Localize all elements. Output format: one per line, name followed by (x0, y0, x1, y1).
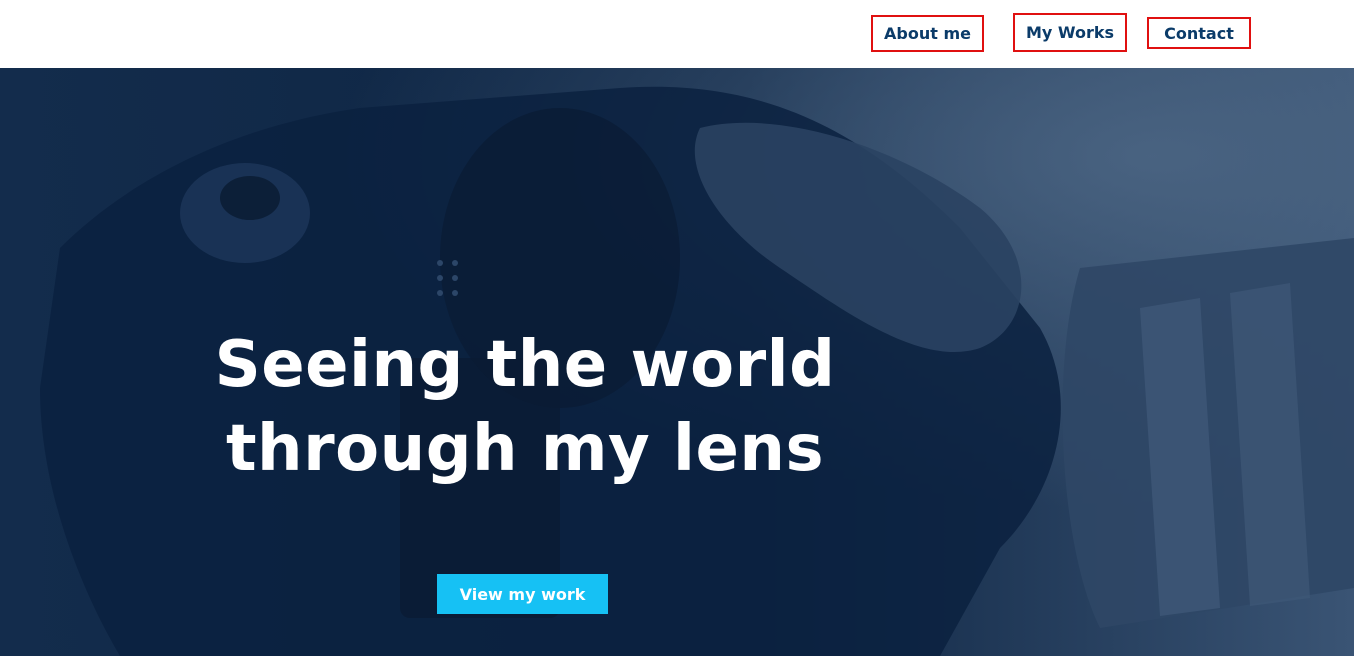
nav-about-me[interactable]: About me (871, 15, 984, 52)
view-my-work-button-label: View my work (459, 584, 586, 604)
hero-section: Seeing the world through my lens View my… (0, 68, 1354, 656)
hero-headline-line-2: through my lens (225, 412, 825, 486)
hero-headline-line-1: Seeing the world (214, 328, 836, 402)
nav-contact[interactable]: Contact (1147, 17, 1251, 49)
nav-about-me-label: About me (884, 24, 971, 43)
hero-headline: Seeing the world through my lens (180, 323, 870, 491)
view-my-work-button[interactable]: View my work (437, 574, 608, 614)
top-navigation: About me My Works Contact (0, 0, 1354, 68)
nav-my-works-label: My Works (1025, 23, 1115, 42)
nav-contact-label: Contact (1164, 23, 1234, 43)
nav-my-works[interactable]: My Works (1013, 13, 1127, 52)
